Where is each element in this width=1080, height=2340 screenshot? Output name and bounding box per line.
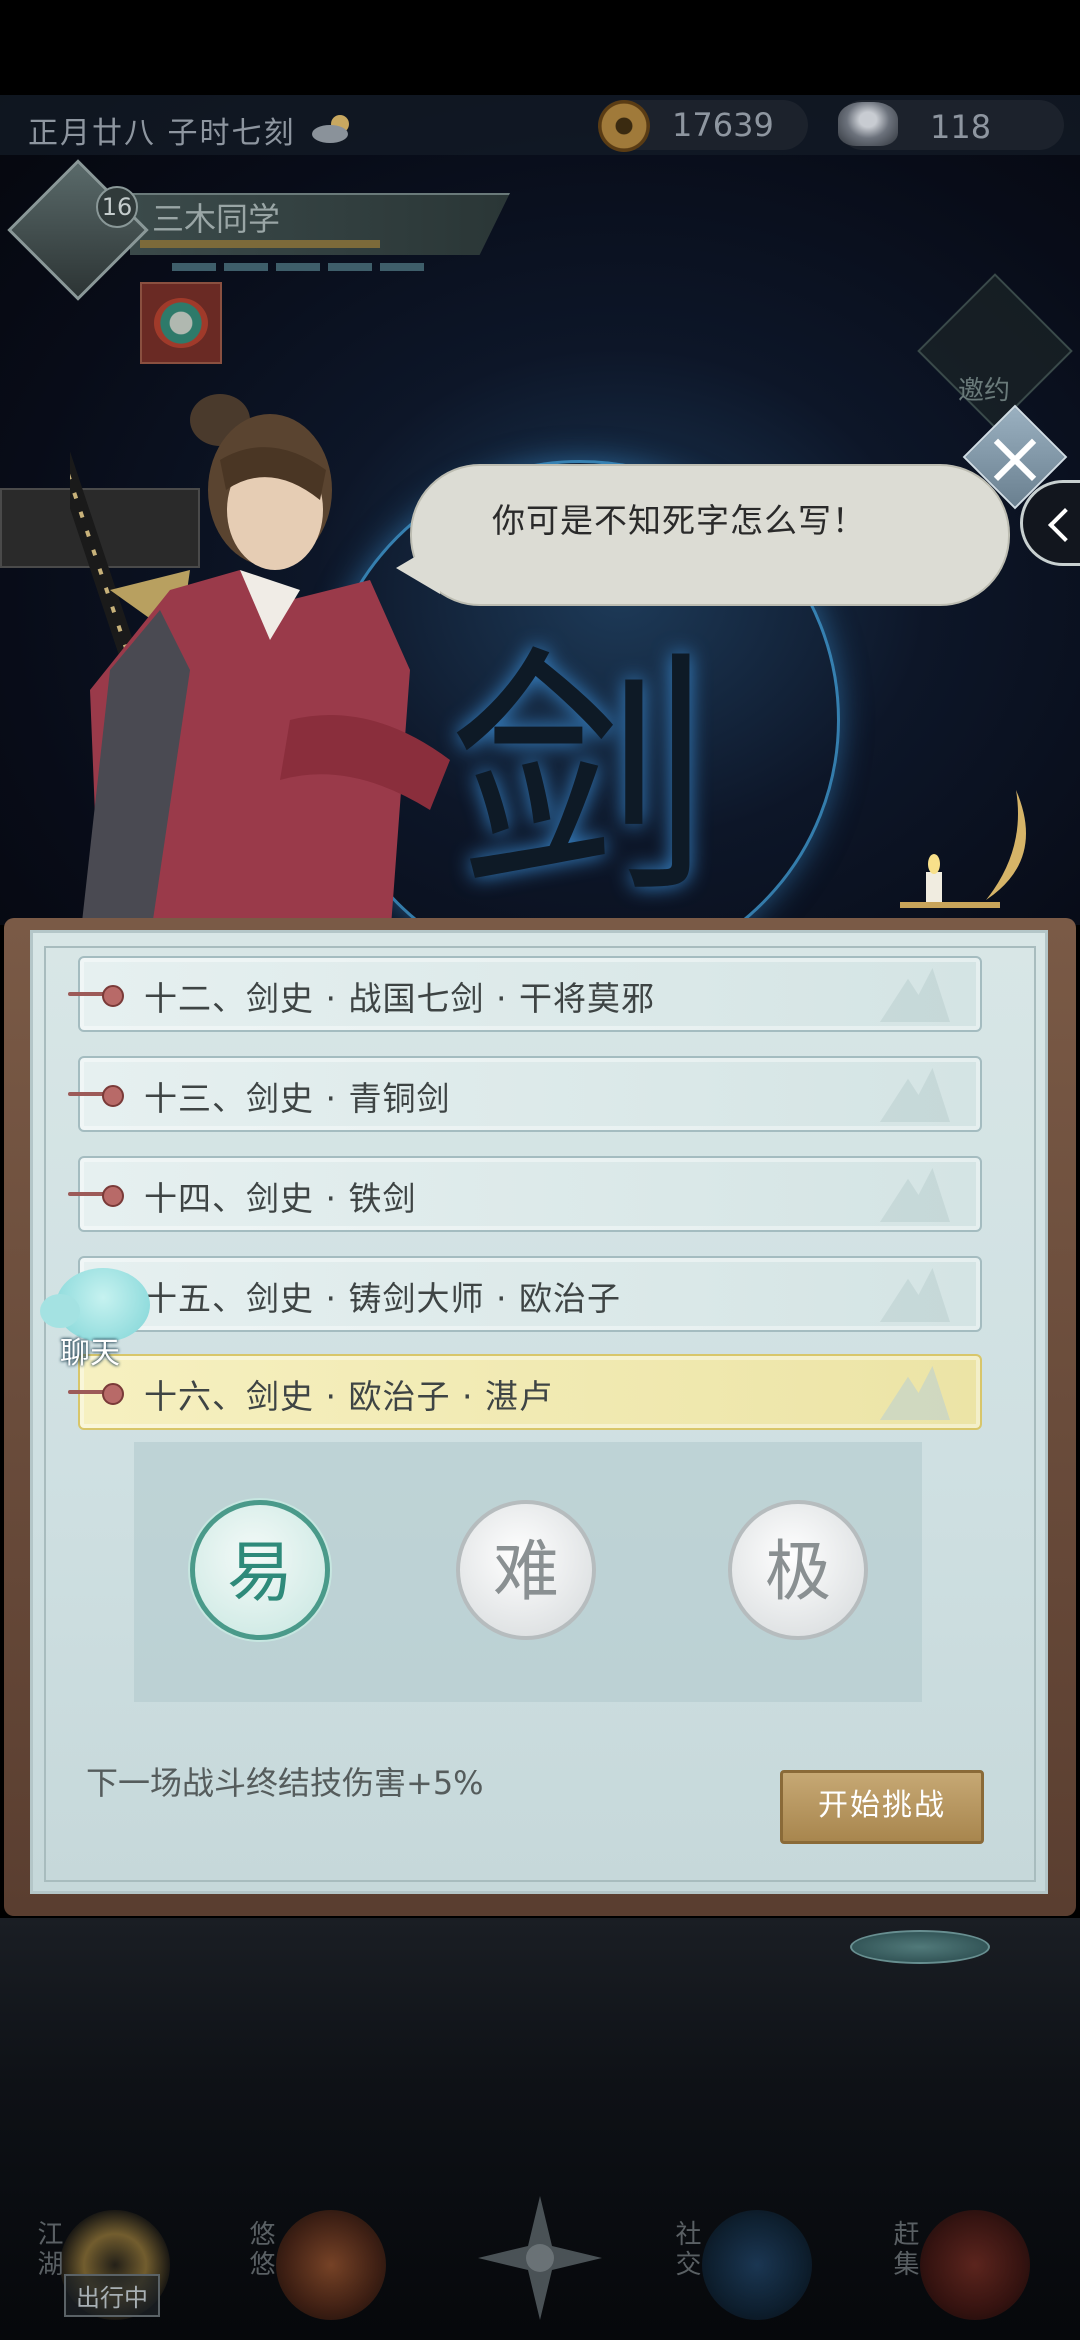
difficulty-hard-button[interactable]: 难 [456,1500,596,1640]
stage-label: 十三、剑史 · 青铜剑 [144,1079,451,1118]
game-date: 正月廿八 子时七刻 [28,116,296,151]
nav-jianghu-label: 江湖 [33,2220,63,2280]
stage-label: 十二、剑史 · 战国七剑 · 干将莫邪 [144,979,655,1018]
dialogue-text: 你可是不知死字怎么写！ [492,501,866,540]
stage-label: 十五、剑史 · 铸剑大师 · 欧治子 [144,1279,621,1318]
copper-coin-icon [598,100,650,152]
copper-coin-count: 17639 [672,106,774,144]
opponent-character-portrait [70,394,450,940]
nav-ganji-label: 赶集 [889,2220,919,2280]
pin-icon [68,1383,124,1405]
lotus-pond-decoration [850,1930,990,1964]
pin-icon [68,1185,124,1207]
silver-count: 118 [930,108,992,146]
youyou-icon [276,2210,386,2320]
mountain-decoration [880,1168,950,1222]
status-bar [0,0,1080,95]
stage-label: 十四、剑史 · 铁剑 [144,1179,417,1218]
nav-ganji[interactable]: 赶集 [880,2200,1030,2340]
pin-icon [68,1085,124,1107]
difficulty-ultra-button[interactable]: 极 [728,1500,868,1640]
stage-item-13[interactable]: 十三、剑史 · 青铜剑 [68,1056,982,1132]
stage-item-14[interactable]: 十四、剑史 · 铁剑 [68,1156,982,1232]
invite-label: 邀约 [958,376,1011,406]
pin-icon [68,985,124,1007]
stage-item-12[interactable]: 十二、剑史 · 战国七剑 · 干将莫邪 [68,956,982,1032]
mountain-decoration [880,1268,950,1322]
stage-label: 十六、剑史 · 欧治子 · 湛卢 [144,1377,553,1416]
candle-moon-icon [900,790,1026,908]
mountain-decoration [880,1068,950,1122]
player-name: 三木同学 [152,200,281,238]
nav-youyou-label: 悠悠 [245,2220,275,2280]
nav-youyou[interactable]: 悠悠 [236,2200,386,2340]
sun-cloud-icon [312,115,349,143]
speech-bubble: 你可是不知死字怎么写！ [396,464,1010,606]
compass-star-icon[interactable] [478,2196,602,2320]
stamina-segments [172,263,432,271]
nav-jianghu[interactable]: 江湖 [20,2200,170,2340]
player-level-badge: 16 [96,186,138,228]
shejiao-icon [702,2210,812,2320]
stage-item-15[interactable]: 十五、剑史 · 铸剑大师 · 欧治子 [68,1256,982,1332]
mountain-decoration [880,1366,950,1420]
start-challenge-button[interactable]: 开始挑战 [780,1770,984,1844]
chat-label[interactable]: 聊天 [60,1328,120,1372]
battle-bonus-text: 下一场战斗终结技伤害+5% [86,1764,484,1802]
stage-item-16-selected[interactable]: 十六、剑史 · 欧治子 · 湛卢 [68,1354,982,1430]
mountain-decoration [880,968,950,1022]
ganji-icon [920,2210,1030,2320]
nav-shejiao-label: 社交 [671,2220,701,2280]
nav-shejiao[interactable]: 社交 [662,2200,812,2340]
outing-status-badge: 出行中 [64,2274,160,2317]
silver-ingot-icon [838,102,898,146]
experience-bar [140,240,380,248]
difficulty-easy-button[interactable]: 易 [190,1500,330,1640]
